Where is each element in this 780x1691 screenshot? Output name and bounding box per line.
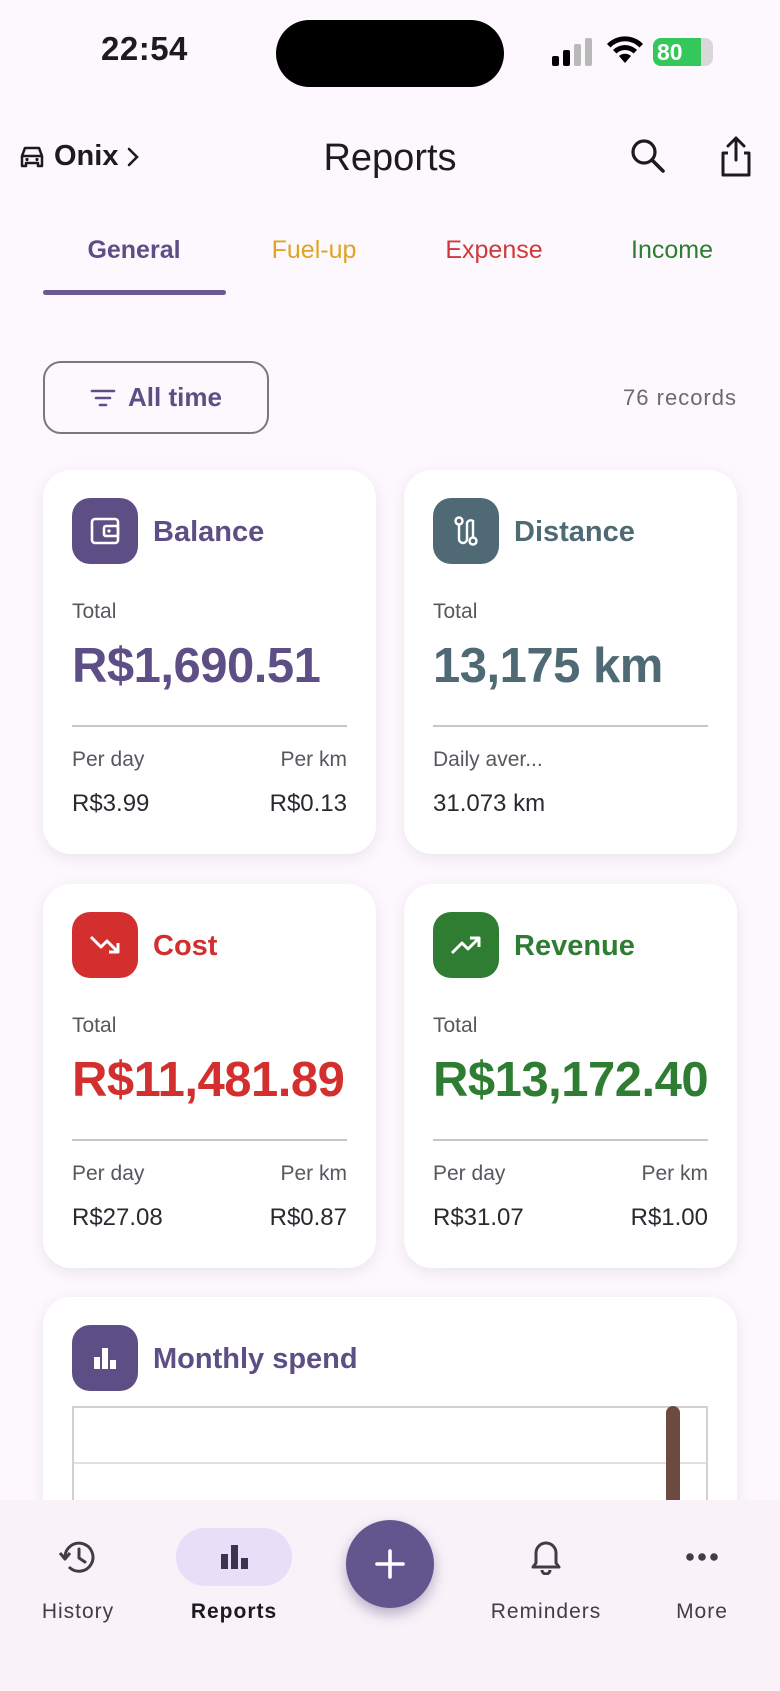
tab-indicator: [43, 290, 226, 295]
cost-title: Cost: [153, 930, 218, 962]
trending-down-icon: [72, 912, 138, 978]
search-icon[interactable]: [626, 134, 670, 178]
filter-label: All time: [128, 382, 222, 412]
chart-gridline: [74, 1462, 706, 1464]
revenue-title: Revenue: [514, 930, 635, 962]
balance-card[interactable]: Balance Total R$1,690.51 Per day Per km …: [43, 470, 376, 854]
records-count: 76 records: [623, 385, 737, 410]
cost-total-value: R$11,481.89: [72, 1053, 345, 1107]
tab-general[interactable]: General: [44, 236, 224, 265]
balance-total-label: Total: [72, 600, 117, 623]
nav-reports[interactable]: Reports: [159, 1528, 309, 1624]
balance-total-value: R$1,690.51: [72, 639, 321, 693]
nav-more-label: More: [676, 1600, 728, 1623]
wifi-icon: [607, 36, 643, 63]
battery-icon: 80: [653, 38, 713, 66]
balance-per-day-label: Per day: [72, 748, 145, 771]
nav-reminders[interactable]: Reminders: [471, 1528, 621, 1624]
add-record-button[interactable]: [346, 1520, 434, 1608]
balance-per-km-label: Per km: [280, 748, 347, 771]
balance-per-km-value: R$0.13: [269, 790, 347, 817]
trending-up-icon: [433, 912, 499, 978]
nav-more[interactable]: More: [627, 1528, 777, 1624]
filter-icon: [90, 389, 116, 406]
cost-per-km-label: Per km: [280, 1162, 347, 1185]
history-icon: [20, 1528, 136, 1586]
tab-fuel-up[interactable]: Fuel-up: [224, 236, 404, 265]
nav-history-label: History: [41, 1600, 115, 1623]
revenue-total-label: Total: [433, 1014, 478, 1037]
revenue-per-day-value: R$31.07: [433, 1204, 524, 1231]
wallet-icon: [72, 498, 138, 564]
revenue-per-day-label: Per day: [433, 1162, 506, 1185]
battery-level: 80: [657, 39, 683, 65]
divider: [433, 725, 708, 727]
revenue-total-value: R$13,172.40: [433, 1053, 709, 1107]
revenue-per-km-value: R$1.00: [630, 1204, 708, 1231]
balance-per-day-value: R$3.99: [72, 790, 150, 817]
bar-chart-icon: [72, 1325, 138, 1391]
bar-chart-icon: [176, 1528, 292, 1586]
cost-total-label: Total: [72, 1014, 117, 1037]
balance-title: Balance: [153, 516, 265, 548]
route-icon: [433, 498, 499, 564]
distance-total-label: Total: [433, 600, 478, 623]
divider: [72, 725, 347, 727]
tab-income[interactable]: Income: [582, 236, 762, 265]
monthly-spend-title: Monthly spend: [153, 1343, 358, 1375]
dynamic-island: [276, 20, 504, 87]
nav-reports-label: Reports: [190, 1600, 278, 1623]
distance-total-value: 13,175 km: [433, 639, 663, 693]
cost-per-km-value: R$0.87: [269, 1204, 347, 1231]
cost-card[interactable]: Cost Total R$11,481.89 Per day Per km R$…: [43, 884, 376, 1268]
cellular-signal-icon: [552, 38, 594, 66]
cost-per-day-value: R$27.08: [72, 1204, 163, 1231]
tab-expense[interactable]: Expense: [404, 236, 584, 265]
distance-daily-average-value: 31.073 km: [433, 790, 546, 817]
distance-daily-average-label: Daily aver...: [433, 748, 543, 771]
share-icon[interactable]: [714, 134, 758, 178]
distance-card[interactable]: Distance Total 13,175 km Daily aver... 3…: [404, 470, 737, 854]
divider: [433, 1139, 708, 1141]
bell-icon: [488, 1528, 604, 1586]
revenue-per-km-label: Per km: [641, 1162, 708, 1185]
more-horizontal-icon: [644, 1528, 760, 1586]
period-filter-button[interactable]: All time: [43, 361, 269, 434]
nav-reminders-label: Reminders: [490, 1600, 602, 1623]
distance-title: Distance: [514, 516, 635, 548]
plus-icon: [375, 1549, 405, 1579]
status-time: 22:54: [101, 30, 188, 67]
divider: [72, 1139, 347, 1141]
revenue-card[interactable]: Revenue Total R$13,172.40 Per day Per km…: [404, 884, 737, 1268]
nav-history[interactable]: History: [3, 1528, 153, 1624]
cost-per-day-label: Per day: [72, 1162, 145, 1185]
